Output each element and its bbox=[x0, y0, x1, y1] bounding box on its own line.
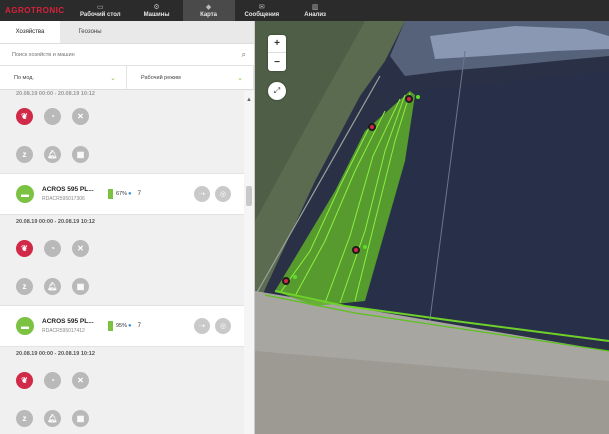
nav-item-desktop[interactable]: ▭ Рабочий стол bbox=[70, 0, 131, 21]
speedometer-button[interactable]: ◔ bbox=[44, 239, 61, 257]
machine-info: ACROS 595 PL... RDACR595017306 bbox=[42, 186, 106, 202]
machine-name: ACROS 595 PL... bbox=[42, 318, 94, 325]
locate-track-button[interactable]: ⇢ bbox=[194, 186, 210, 202]
zoom-out-button[interactable]: − bbox=[268, 53, 286, 71]
action-row: z 🔔︎ ▦ bbox=[0, 399, 245, 434]
close-button[interactable]: ✕ bbox=[72, 239, 89, 257]
close-button[interactable]: ✕ bbox=[72, 371, 89, 389]
chevron-down-icon: ⌄ bbox=[110, 74, 116, 82]
target-button[interactable]: ◎ bbox=[215, 318, 231, 334]
machine-name: ACROS 595 PL... bbox=[42, 186, 94, 193]
nav-item-machines[interactable]: ⚙ Машины bbox=[131, 0, 183, 21]
sleep-button[interactable]: z bbox=[16, 145, 33, 163]
fuel-level-icon bbox=[108, 189, 113, 199]
desktop-icon: ▭ bbox=[96, 4, 104, 11]
fullscreen-button[interactable]: ⤢ bbox=[268, 82, 286, 100]
search-icon[interactable]: ⌕ bbox=[242, 50, 246, 60]
action-row: z 🔔︎ ▦ bbox=[0, 267, 245, 305]
nav-item-label: Машины bbox=[143, 12, 170, 18]
sort-dropdown-value: По мод. bbox=[14, 74, 34, 81]
harvester-icon: ▬ bbox=[16, 185, 34, 203]
machine-card[interactable]: ▬ ACROS 595 PL... RDACR595017306 67% ● 7… bbox=[0, 173, 245, 215]
map-icon: ◆ bbox=[205, 4, 212, 11]
nav-item-map[interactable]: ◆ Карта bbox=[182, 0, 235, 21]
close-button[interactable]: ✕ bbox=[72, 107, 89, 125]
harvester-icon: ▬ bbox=[16, 317, 34, 335]
tab-farms[interactable]: Хозяйства bbox=[0, 21, 60, 43]
speedometer-button[interactable]: ◔ bbox=[44, 371, 61, 389]
fuel-percent: 67% bbox=[116, 191, 128, 197]
nav-item-messages[interactable]: ✉ Сообщения bbox=[235, 0, 290, 21]
scrollbar-thumb[interactable] bbox=[246, 186, 252, 206]
field-work-button[interactable]: ❦ bbox=[16, 107, 33, 125]
list-scrollbar[interactable]: ▲ bbox=[244, 91, 254, 434]
machines-icon: ⚙ bbox=[153, 4, 160, 11]
map-button[interactable]: ▦ bbox=[72, 145, 89, 163]
map-button[interactable]: ▦ bbox=[72, 277, 89, 295]
scroll-up-icon[interactable]: ▲ bbox=[246, 97, 252, 103]
date-range: 20.08.19 00:00 - 20.08.19 10:12 bbox=[16, 219, 95, 225]
status-count: 7 bbox=[137, 323, 141, 329]
analysis-icon: ▥ bbox=[311, 4, 319, 11]
machine-info: ACROS 595 PL... RDACR595017412 bbox=[42, 318, 106, 334]
speedometer-button[interactable]: ◔ bbox=[44, 107, 61, 125]
machine-serial: RDACR595017306 bbox=[42, 196, 85, 202]
sidebar-panel: Хозяйства Геозоны ⌕ По мод. ⌄ Рабочий ре… bbox=[0, 21, 255, 434]
machine-actions: ⇢ ◎ bbox=[194, 318, 231, 334]
satellite-map[interactable]: + − ⤢ bbox=[255, 21, 609, 434]
map-canvas bbox=[255, 21, 609, 434]
mode-dropdown-value: Рабочий режим bbox=[141, 74, 181, 81]
nav-item-label: Сообщения bbox=[244, 12, 280, 18]
sleep-button[interactable]: z bbox=[16, 277, 33, 295]
messages-icon: ✉ bbox=[258, 4, 265, 11]
brand-logo[interactable]: AGROTRONIC bbox=[0, 0, 70, 21]
locate-track-button[interactable]: ⇢ bbox=[194, 318, 210, 334]
filter-bar: По мод. ⌄ Рабочий режим ⌄ bbox=[0, 66, 254, 90]
sort-dropdown[interactable]: По мод. ⌄ bbox=[0, 66, 127, 89]
zoom-in-button[interactable]: + bbox=[268, 35, 286, 53]
bell-button[interactable]: 🔔︎ bbox=[44, 277, 61, 295]
field-work-button[interactable]: ❦ bbox=[16, 371, 33, 389]
top-navigation: AGROTRONIC ▭ Рабочий стол ⚙ Машины ◆ Кар… bbox=[0, 0, 609, 21]
status-count: 7 bbox=[137, 191, 141, 197]
machine-marker[interactable] bbox=[368, 123, 376, 131]
mode-dropdown[interactable]: Рабочий режим ⌄ bbox=[127, 66, 254, 89]
search-bar: ⌕ bbox=[0, 44, 254, 66]
field-work-button[interactable]: ❦ bbox=[16, 239, 33, 257]
action-row: ❦ ◔ ✕ bbox=[0, 229, 245, 267]
fullscreen-icon: ⤢ bbox=[273, 86, 281, 95]
water-drop-icon: ● bbox=[128, 323, 132, 329]
action-row: ❦ ◔ ✕ bbox=[0, 361, 245, 399]
action-row: z 🔔︎ ▦ bbox=[0, 135, 245, 173]
map-button[interactable]: ▦ bbox=[72, 409, 89, 427]
fuel-percent: 95% bbox=[116, 323, 128, 329]
tab-bar: Хозяйства Геозоны bbox=[0, 21, 254, 44]
tab-geozones[interactable]: Геозоны bbox=[60, 21, 120, 43]
search-input[interactable] bbox=[12, 51, 242, 58]
action-row: ❦ ◔ ✕ bbox=[0, 97, 245, 135]
sleep-button[interactable]: z bbox=[16, 409, 33, 427]
date-range: 20.08.19 00:00 - 20.08.19 10:12 bbox=[16, 351, 95, 357]
water-drop-icon: ● bbox=[128, 191, 132, 197]
nav-item-label: Рабочий стол bbox=[80, 12, 121, 18]
nav-item-label: Анализ bbox=[304, 12, 327, 18]
bell-button[interactable]: 🔔︎ bbox=[44, 409, 61, 427]
target-button[interactable]: ◎ bbox=[215, 186, 231, 202]
zoom-control: + − bbox=[268, 35, 286, 71]
machine-actions: ⇢ ◎ bbox=[194, 186, 231, 202]
machine-serial: RDACR595017412 bbox=[42, 328, 85, 334]
bell-button[interactable]: 🔔︎ bbox=[44, 145, 61, 163]
nav-item-label: Карта bbox=[200, 12, 218, 18]
fuel-level-icon bbox=[108, 321, 113, 331]
chevron-down-icon: ⌄ bbox=[237, 74, 243, 82]
nav-item-analysis[interactable]: ▥ Анализ bbox=[289, 0, 341, 21]
machine-list[interactable]: 20.08.19 00:00 - 20.08.19 10:12 ❦ ◔ ✕ z … bbox=[0, 91, 245, 434]
machine-card[interactable]: ▬ ACROS 595 PL... RDACR595017412 95% ● 7… bbox=[0, 305, 245, 347]
